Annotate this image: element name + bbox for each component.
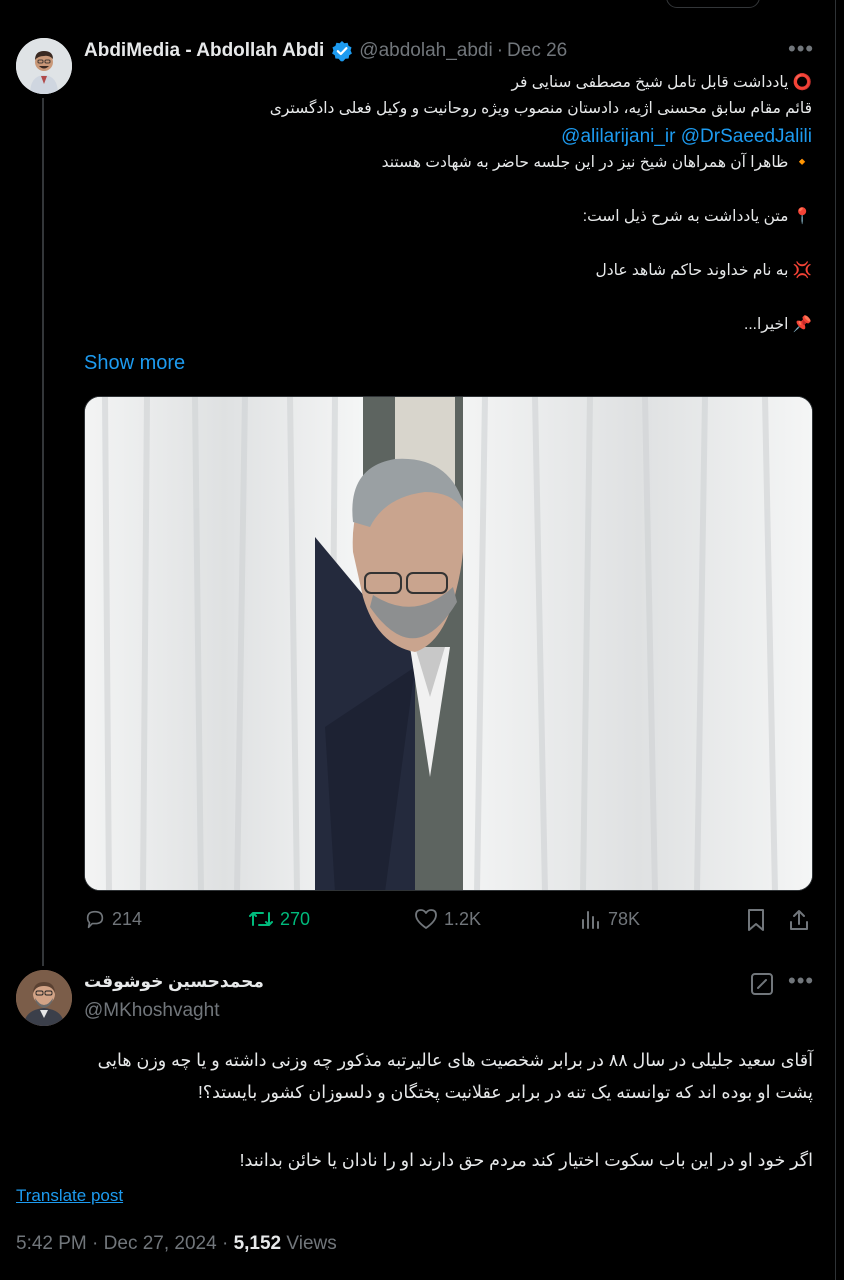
retweet-icon xyxy=(249,912,273,926)
tweet-line: 🔸 ظاهرا آن همراهان شیخ نیز در این جلسه ح… xyxy=(381,154,812,171)
tweet-body: ⭕ یادداشت قابل تامل شیخ مصطفی سنایی فر ق… xyxy=(84,70,812,338)
bookmark-icon xyxy=(748,909,764,931)
reply-author-name[interactable]: محمدحسین خوشوقت xyxy=(84,972,264,992)
bookmark-button[interactable] xyxy=(746,908,772,932)
reply-date[interactable]: Dec 27, 2024 xyxy=(104,1233,217,1254)
reply-icon xyxy=(86,910,104,929)
reply-button[interactable]: 214 xyxy=(84,908,142,930)
tweet-line: 💢 به نام خداوند حاکم شاهد عادل xyxy=(595,262,812,279)
reply-more-icon[interactable]: ••• xyxy=(788,968,814,994)
tweet-header: AbdiMedia - Abdollah Abdi @abdolah_abdi … xyxy=(84,40,567,62)
meta-separator: · xyxy=(92,1233,99,1254)
verified-badge-icon xyxy=(331,40,353,62)
author-display-name[interactable]: AbdiMedia - Abdollah Abdi xyxy=(84,40,324,62)
share-icon xyxy=(790,910,808,930)
like-count: 1.2K xyxy=(444,908,482,929)
header-separator: · xyxy=(496,40,504,61)
reply-count: 214 xyxy=(112,908,143,929)
reply-views-label: Views xyxy=(286,1233,337,1254)
reply-time[interactable]: 5:42 PM xyxy=(16,1233,87,1254)
tweet-photo[interactable] xyxy=(84,396,813,891)
top-pill-button[interactable] xyxy=(666,0,760,8)
meta-separator: · xyxy=(221,1233,229,1254)
reply-author-avatar[interactable] xyxy=(16,970,72,1026)
like-icon xyxy=(415,909,437,929)
tweet-line: 📌 اخیرا... xyxy=(744,316,812,333)
retweet-count: 270 xyxy=(280,908,311,929)
mention-link[interactable]: @DrSaeedJalili xyxy=(681,126,812,147)
share-button[interactable] xyxy=(788,908,816,932)
views-icon xyxy=(582,911,599,929)
thread-line xyxy=(42,98,44,966)
tweet-line: ⭕ یادداشت قابل تامل شیخ مصطفی سنایی فر xyxy=(511,74,812,91)
mention-link[interactable]: @alilarijani_ir xyxy=(561,126,675,147)
mentions-line: @alilarijani_ir @DrSaeedJalili xyxy=(84,124,812,150)
reply-line: پشت او بوده اند که توانسته یک تنه در برا… xyxy=(197,1082,813,1102)
show-more-link[interactable]: Show more xyxy=(84,352,185,375)
column-divider xyxy=(835,0,836,1280)
reply-meta: 5:42 PM · Dec 27, 2024 · 5,152 Views xyxy=(16,1233,337,1255)
reply-author-handle[interactable]: @MKhoshvaght xyxy=(84,1000,219,1022)
reply-body: آقای سعید جلیلی در سال ۸۸ در برابر شخصیت… xyxy=(16,1044,813,1176)
grok-icon[interactable] xyxy=(750,972,774,1001)
views-count: 78K xyxy=(608,908,641,929)
tweet-actions: 214 270 1.2K 78K xyxy=(84,908,814,938)
retweet-button[interactable]: 270 xyxy=(248,908,310,930)
views-button[interactable]: 78K xyxy=(580,908,640,930)
author-handle[interactable]: @abdolah_abdi xyxy=(359,40,492,62)
tweet-line: قائم مقام سابق محسنی اژیه، دادستان منصوب… xyxy=(269,100,812,117)
translate-post-link[interactable]: Translate post xyxy=(16,1186,123,1206)
reply-line: اگر خود او در این باب سکوت اختیار کند مر… xyxy=(239,1150,813,1170)
author-avatar[interactable] xyxy=(16,38,72,94)
reply-views-count: 5,152 xyxy=(233,1233,282,1254)
like-button[interactable]: 1.2K xyxy=(414,908,481,930)
reply-line: آقای سعید جلیلی در سال ۸۸ در برابر شخصیت… xyxy=(97,1050,813,1070)
tweet-line: 📍 متن یادداشت به شرح ذیل است: xyxy=(582,208,812,225)
more-icon[interactable]: ••• xyxy=(788,36,814,62)
tweet-date[interactable]: Dec 26 xyxy=(507,40,567,62)
